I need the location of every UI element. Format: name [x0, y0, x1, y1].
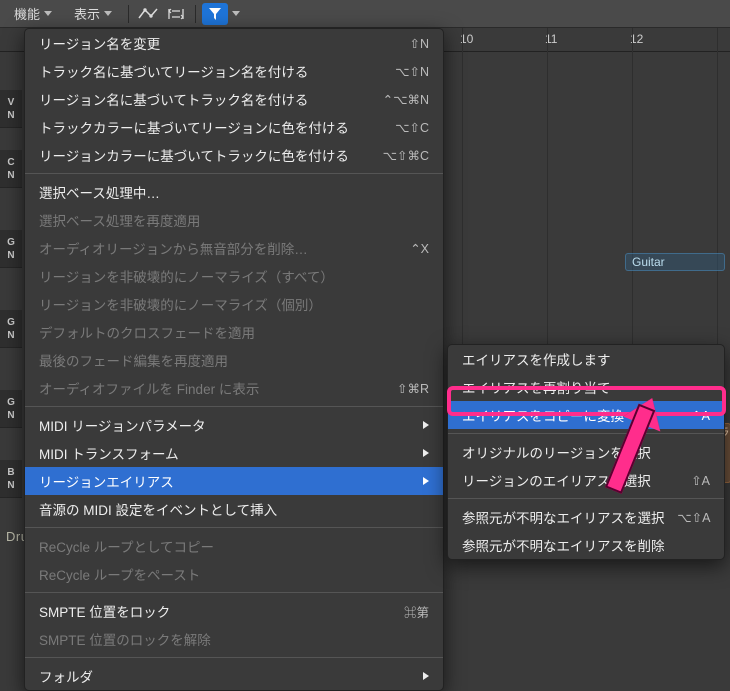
- menu-region-alias[interactable]: リージョンエイリアス: [25, 467, 443, 495]
- track-header[interactable]: GN: [0, 390, 22, 428]
- chevron-down-icon: [44, 11, 52, 16]
- menu-strip-silence: オーディオリージョンから無音部分を削除…⌃X: [25, 234, 443, 262]
- submenu-select-orphan-aliases[interactable]: 参照元が不明なエイリアスを選択⌥⇧A: [448, 503, 724, 531]
- menu-separator: [448, 498, 724, 499]
- chevron-down-icon: [232, 11, 240, 16]
- track-header[interactable]: BN: [0, 460, 22, 498]
- menu-folder[interactable]: フォルダ: [25, 662, 443, 690]
- filter-tool-icon[interactable]: [202, 3, 228, 25]
- menu-normalize-all: リージョンを非破壊的にノーマライズ（すべて）: [25, 262, 443, 290]
- submenu-arrow-icon: [423, 449, 429, 457]
- submenu-reassign-alias[interactable]: エイリアスを再割り当て: [448, 373, 724, 401]
- menu-separator: [25, 592, 443, 593]
- menu-normalize-each: リージョンを非破壊的にノーマライズ（個別）: [25, 290, 443, 318]
- menu-color-track-by-region[interactable]: リージョンカラーに基づいてトラックに色を付ける⌥⇧⌘C: [25, 141, 443, 169]
- view-menu-button[interactable]: 表示: [64, 1, 122, 26]
- menu-separator: [448, 433, 724, 434]
- menu-insert-midi-event[interactable]: 音源の MIDI 設定をイベントとして挿入: [25, 495, 443, 523]
- menu-separator: [25, 406, 443, 407]
- menu-midi-region-params[interactable]: MIDI リージョンパラメータ: [25, 411, 443, 439]
- menu-default-crossfade: デフォルトのクロスフェードを適用: [25, 318, 443, 346]
- submenu-create-alias[interactable]: エイリアスを作成します: [448, 345, 724, 373]
- menu-unlock-smpte: SMPTE 位置のロックを解除: [25, 625, 443, 653]
- region-guitar[interactable]: Guitar: [625, 253, 725, 271]
- submenu-delete-orphan-aliases[interactable]: 参照元が不明なエイリアスを削除: [448, 531, 724, 559]
- submenu-alias-to-copy[interactable]: エイリアスをコピーに変換⌃A: [448, 401, 724, 429]
- track-header[interactable]: CN: [0, 150, 22, 188]
- menu-selection-reapply: 選択ベース処理を再度適用: [25, 206, 443, 234]
- submenu-select-original[interactable]: オリジナルのリージョンを選択: [448, 438, 724, 466]
- menu-separator: [25, 657, 443, 658]
- menu-separator: [25, 527, 443, 528]
- functions-label: 機能: [14, 4, 40, 23]
- submenu-select-aliases[interactable]: リージョンのエイリアスを選択⇧A: [448, 466, 724, 494]
- menu-reveal-in-finder: オーディオファイルを Finder に表示⇧⌘R: [25, 374, 443, 402]
- track-header[interactable]: GN: [0, 230, 22, 268]
- menu-recycle-copy: ReCycle ループとしてコピー: [25, 532, 443, 560]
- chevron-down-icon: [104, 11, 112, 16]
- context-menu: リージョン名を変更⇧N トラック名に基づいてリージョン名を付ける⌥⇧N リージョ…: [24, 28, 444, 691]
- divider: [195, 5, 196, 23]
- menu-separator: [25, 173, 443, 174]
- track-header[interactable]: VN: [0, 90, 22, 128]
- menu-color-region-by-track[interactable]: トラックカラーに基づいてリージョンに色を付ける⌥⇧C: [25, 113, 443, 141]
- track-header[interactable]: GN: [0, 310, 22, 348]
- menu-rename-region[interactable]: リージョン名を変更⇧N: [25, 29, 443, 57]
- view-label: 表示: [74, 4, 100, 23]
- toolbar: 機能 表示: [0, 0, 730, 28]
- submenu-arrow-icon: [423, 672, 429, 680]
- automation-tool-icon[interactable]: [135, 3, 161, 25]
- menu-lock-smpte[interactable]: SMPTE 位置をロック⌘第: [25, 597, 443, 625]
- submenu-arrow-icon: [423, 421, 429, 429]
- alias-submenu: エイリアスを作成します エイリアスを再割り当て エイリアスをコピーに変換⌃A オ…: [447, 344, 725, 560]
- menu-reapply-fade: 最後のフェード編集を再度適用: [25, 346, 443, 374]
- divider: [128, 5, 129, 23]
- menu-name-track-by-region[interactable]: リージョン名に基づいてトラック名を付ける⌃⌥⌘N: [25, 85, 443, 113]
- menu-midi-transform[interactable]: MIDI トランスフォーム: [25, 439, 443, 467]
- menu-recycle-paste: ReCycle ループをペースト: [25, 560, 443, 588]
- region-label: Guitar: [632, 255, 665, 269]
- menu-selection-processing[interactable]: 選択ベース処理中…: [25, 178, 443, 206]
- menu-name-region-by-track[interactable]: トラック名に基づいてリージョン名を付ける⌥⇧N: [25, 57, 443, 85]
- flex-tool-icon[interactable]: [163, 3, 189, 25]
- functions-menu-button[interactable]: 機能: [4, 1, 62, 26]
- submenu-arrow-icon: [423, 477, 429, 485]
